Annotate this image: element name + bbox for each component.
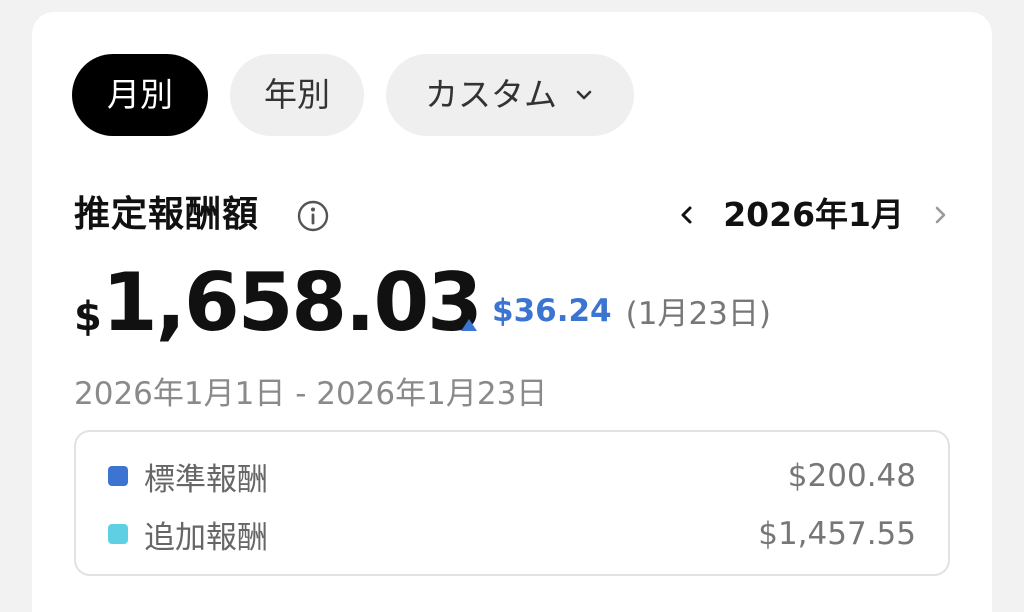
month-navigator: 2026年1月	[673, 190, 954, 240]
chevron-right-icon[interactable]	[926, 201, 954, 229]
currency-symbol: $	[74, 294, 102, 340]
title-row: 推定報酬額 2026年1月	[74, 190, 954, 240]
page-title: 推定報酬額	[74, 194, 260, 235]
tab-yearly[interactable]: 年別	[230, 54, 364, 136]
tab-monthly[interactable]: 月別	[72, 54, 208, 136]
tab-custom[interactable]: カスタム	[386, 54, 634, 136]
triangle-up-icon	[460, 304, 478, 331]
list-item: 追加報酬 $1,457.55	[76, 512, 948, 556]
breakdown-label: 追加報酬	[144, 519, 268, 556]
chevron-down-icon	[573, 84, 595, 106]
chevron-left-icon[interactable]	[673, 201, 701, 229]
tab-monthly-label: 月別	[107, 75, 173, 114]
breakdown-value: $200.48	[787, 458, 916, 494]
tab-yearly-label: 年別	[264, 75, 330, 114]
change-amount: $36.24	[492, 292, 612, 329]
date-range: 2026年1月1日 - 2026年1月23日	[74, 376, 548, 412]
list-item: 標準報酬 $200.48	[76, 454, 948, 498]
amount-row: $ 1,658.03 $36.24 (1月23日)	[74, 256, 974, 352]
month-label: 2026年1月	[723, 195, 904, 234]
earnings-breakdown: 標準報酬 $200.48 追加報酬 $1,457.55	[74, 430, 950, 576]
breakdown-label: 標準報酬	[144, 461, 268, 498]
daily-change: $36.24 (1月23日)	[460, 288, 771, 333]
change-date: (1月23日)	[625, 296, 771, 332]
legend-swatch	[108, 524, 128, 544]
tab-custom-label: カスタム	[425, 75, 557, 114]
info-icon[interactable]	[296, 199, 330, 233]
total-amount: 1,658.03	[102, 256, 483, 349]
earnings-card: 月別 年別 カスタム 推定報酬額 2026年1月 $ 1,658.03 $36.…	[32, 12, 992, 612]
legend-swatch	[108, 466, 128, 486]
breakdown-value: $1,457.55	[758, 516, 916, 552]
